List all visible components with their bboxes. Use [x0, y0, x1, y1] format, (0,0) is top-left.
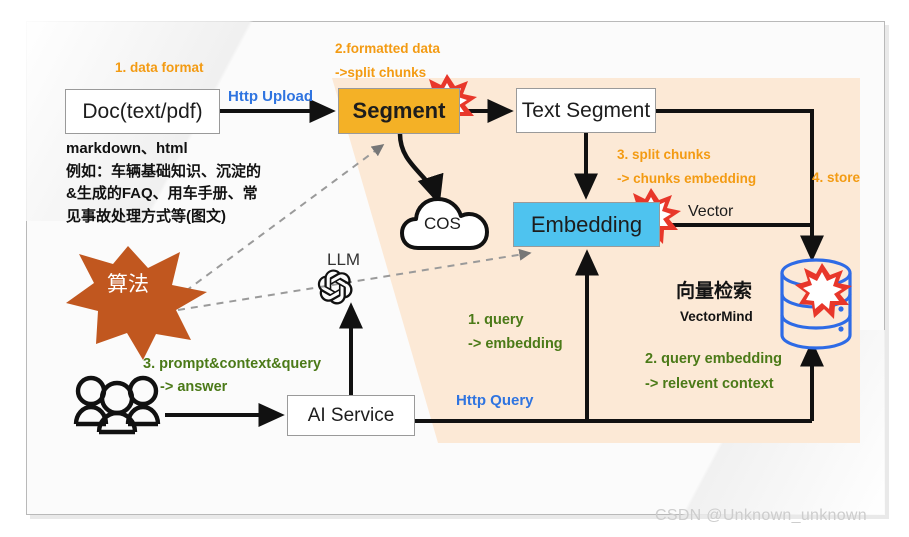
label-query: 1. query — [468, 312, 524, 328]
star-burst-icon-database — [795, 263, 852, 319]
node-segment[interactable]: Segment — [338, 88, 460, 134]
label-formatted-data: 2.formatted data — [335, 41, 441, 56]
label-vector-db-en: VectorMind — [680, 309, 753, 324]
node-segment-label: Segment — [352, 98, 446, 123]
doc-notes-line4: 见事故处理方式等(图文) — [66, 207, 226, 225]
doc-notes-line3: &生成的FAQ、用车手册、常 — [66, 185, 258, 202]
label-chunks-embedding: -> chunks embedding — [617, 171, 757, 186]
label-split-chunks: 3. split chunks — [617, 147, 711, 162]
diagram-canvas: COS 算法 Doc(text/pdf) Segment Text Segmen… — [0, 0, 909, 537]
label-query-embedding: 2. query embedding — [645, 351, 782, 367]
doc-notes-line1: markdown、html — [66, 140, 188, 157]
doc-notes-line2: 例如：车辆基础知识、沉淀的 — [66, 162, 262, 180]
node-text-segment[interactable]: Text Segment — [516, 88, 656, 133]
label-query-embedding-arrow: -> embedding — [468, 336, 563, 352]
label-http-upload: Http Upload — [228, 88, 313, 105]
label-prompt-context-query: 3. prompt&context&query — [143, 356, 322, 372]
label-vector-db-cn: 向量检索 — [676, 281, 753, 302]
label-http-query: Http Query — [456, 392, 534, 409]
node-text-segment-label: Text Segment — [521, 99, 651, 122]
node-doc[interactable]: Doc(text/pdf) — [65, 89, 220, 134]
burst-layer — [420, 74, 852, 319]
node-doc-label: Doc(text/pdf) — [82, 100, 203, 123]
node-embedding[interactable]: Embedding — [513, 202, 660, 247]
node-ai-service-label: AI Service — [307, 405, 395, 426]
label-split-chunks-arrow: ->split chunks — [335, 65, 427, 80]
label-relevent-context: -> relevent context — [645, 376, 774, 392]
doc-notes: markdown、html 例如：车辆基础知识、沉淀的 &生成的FAQ、用车手册… — [66, 138, 261, 228]
label-vector: Vector — [688, 203, 734, 220]
label-store: 4. store — [812, 170, 861, 185]
label-answer: -> answer — [160, 379, 228, 395]
node-embedding-label: Embedding — [530, 211, 643, 237]
label-data-format: 1. data format — [115, 60, 204, 75]
node-ai-service[interactable]: AI Service — [287, 395, 415, 436]
label-llm: LLM — [327, 250, 361, 269]
watermark: CSDN @Unknown_unknown — [655, 507, 867, 524]
